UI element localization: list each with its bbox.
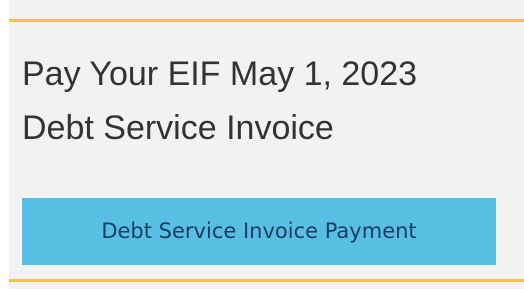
invoice-card: Pay Your EIF May 1, 2023 Debt Service In… xyxy=(9,0,524,289)
bottom-divider xyxy=(9,279,524,282)
card-title: Pay Your EIF May 1, 2023 Debt Service In… xyxy=(22,48,512,155)
debt-service-invoice-payment-button[interactable]: Debt Service Invoice Payment xyxy=(22,198,496,265)
card-title-line-2: Debt Service Invoice xyxy=(22,108,334,147)
card-title-line-1: Pay Your EIF May 1, 2023 xyxy=(22,55,418,93)
top-divider xyxy=(9,19,524,22)
